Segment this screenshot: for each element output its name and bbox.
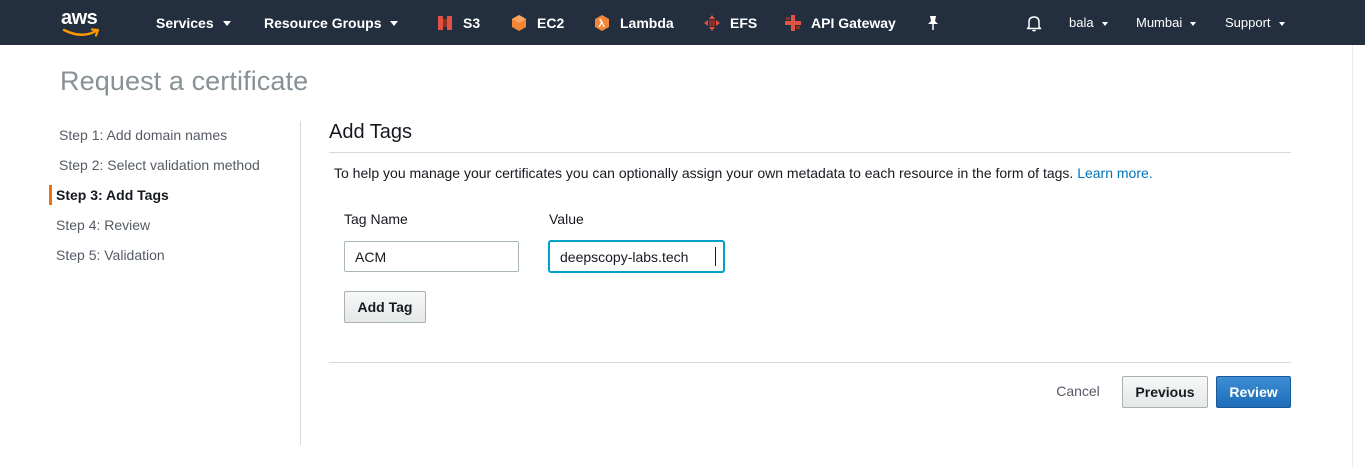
shortcut-label: EFS [730, 14, 758, 31]
step-label: Step 3: Add Tags [56, 187, 169, 203]
aws-logo-text: aws [61, 7, 98, 29]
pin-icon [928, 15, 938, 30]
tags-description: To help you manage your certificates you… [334, 165, 1153, 181]
value-column-label: Value [549, 211, 584, 227]
tag-name-input[interactable] [344, 241, 519, 272]
s3-icon [438, 15, 452, 30]
tag-value-input[interactable] [549, 241, 724, 272]
description-text: To help you manage your certificates you… [334, 165, 1074, 181]
services-label: Services [156, 14, 214, 31]
shortcut-label: EC2 [537, 14, 565, 31]
step-label: Step 2: Select validation method [59, 157, 260, 173]
api-gateway-icon [785, 14, 801, 31]
smile-arrow-icon [62, 28, 100, 37]
notifications-button[interactable] [1025, 0, 1043, 45]
page-edge-divider [1352, 45, 1353, 468]
step-add-domain-names[interactable]: Step 1: Add domain names [49, 120, 299, 150]
region-menu[interactable]: Mumbai [1136, 0, 1197, 45]
aws-logo[interactable]: aws [60, 7, 104, 37]
step-label: Step 4: Review [56, 217, 151, 233]
cancel-button[interactable]: Cancel [1049, 375, 1107, 407]
step-validation: Step 5: Validation [49, 240, 299, 270]
step-label: Step 5: Validation [56, 247, 165, 263]
sidebar-divider [300, 121, 301, 445]
tag-name-column-label: Tag Name [344, 211, 408, 227]
page-title: Request a certificate [60, 66, 309, 96]
services-menu[interactable]: Services [156, 0, 231, 45]
step-review: Step 4: Review [49, 210, 299, 240]
region-label: Mumbai [1136, 15, 1183, 30]
efs-icon [704, 14, 720, 31]
wizard-steps-nav: Step 1: Add domain names Step 2: Select … [49, 120, 299, 270]
section-title: Add Tags [329, 121, 413, 143]
chevron-down-icon [222, 21, 231, 26]
ec2-icon [512, 14, 526, 31]
add-tag-button[interactable]: Add Tag [344, 291, 426, 323]
support-label: Support [1225, 15, 1271, 30]
chevron-down-icon [1101, 21, 1108, 26]
text-cursor [715, 247, 716, 266]
review-button[interactable]: Review [1216, 376, 1291, 408]
shortcut-s3[interactable]: S3 [436, 0, 480, 45]
previous-button[interactable]: Previous [1122, 376, 1208, 408]
shortcut-api-gateway[interactable]: API Gateway [784, 0, 896, 45]
chevron-down-icon [390, 21, 399, 26]
shortcut-efs[interactable]: EFS [703, 0, 757, 45]
step-label: Step 1: Add domain names [59, 127, 228, 143]
top-navigation-bar: aws Services Resource Groups S3 EC2 Lamb… [0, 0, 1365, 45]
step-add-tags: Step 3: Add Tags [49, 180, 299, 210]
step-select-validation-method[interactable]: Step 2: Select validation method [49, 150, 299, 180]
shortcut-label: API Gateway [811, 14, 896, 31]
resource-groups-menu[interactable]: Resource Groups [264, 0, 399, 45]
shortcut-ec2[interactable]: EC2 [510, 0, 564, 45]
resource-groups-label: Resource Groups [264, 14, 382, 31]
support-menu[interactable]: Support [1225, 0, 1285, 45]
learn-more-link[interactable]: Learn more. [1077, 165, 1152, 181]
lambda-icon [595, 14, 609, 31]
account-menu[interactable]: bala [1069, 0, 1108, 45]
shortcut-label: S3 [463, 14, 481, 31]
section-divider [329, 152, 1291, 153]
shortcut-label: Lambda [620, 14, 674, 31]
user-label: bala [1069, 15, 1094, 30]
shortcut-lambda[interactable]: Lambda [593, 0, 674, 45]
pin-shortcut-button[interactable] [926, 0, 940, 45]
chevron-down-icon [1190, 21, 1197, 26]
bell-icon [1026, 15, 1042, 31]
chevron-down-icon [1278, 21, 1285, 26]
footer-divider [329, 362, 1291, 363]
